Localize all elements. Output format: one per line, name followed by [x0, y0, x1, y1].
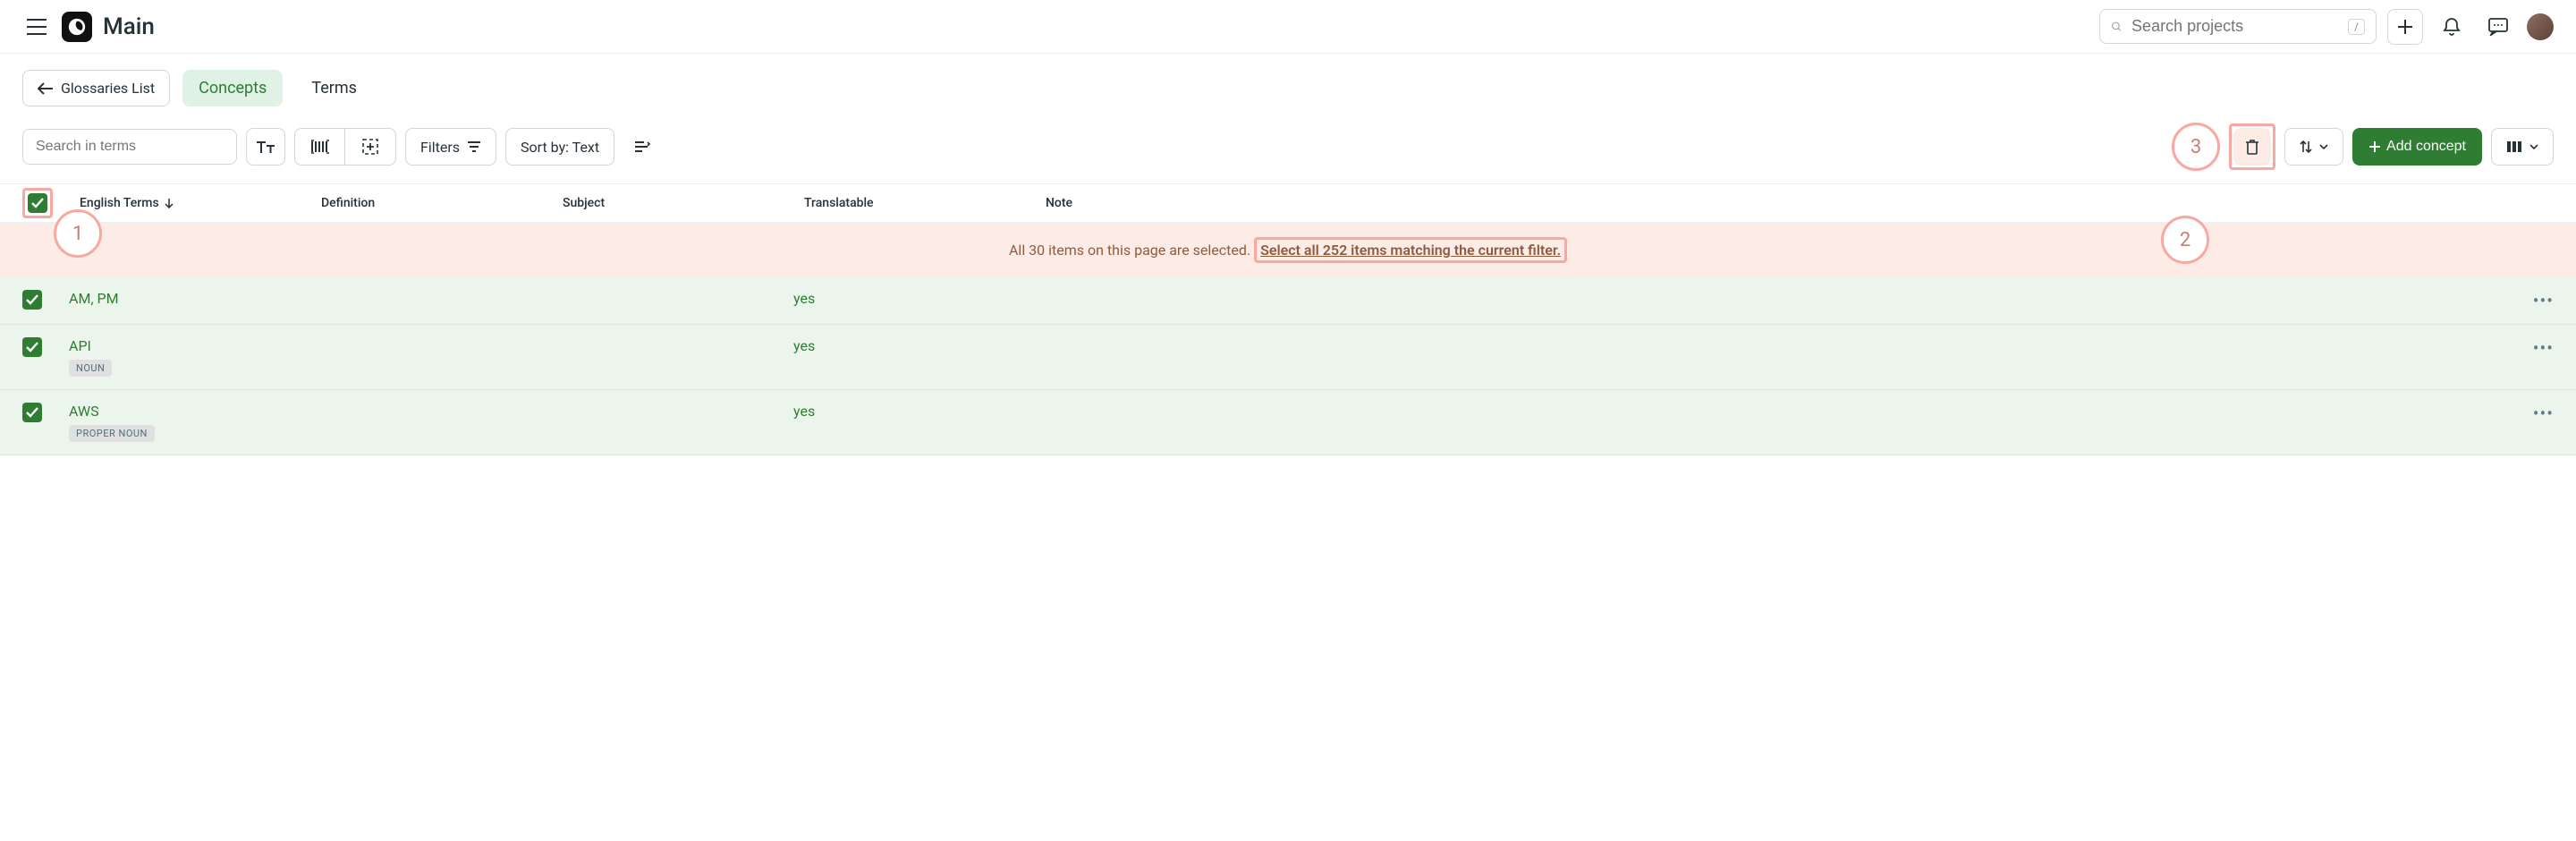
barcode-icon — [310, 140, 330, 154]
view-toggle-group — [294, 128, 396, 166]
delete-highlight — [2229, 123, 2275, 170]
trash-icon — [2245, 139, 2259, 155]
text-size-icon — [256, 140, 275, 154]
row-more-button[interactable]: ••• — [2533, 290, 2554, 311]
delete-button[interactable] — [2233, 128, 2271, 166]
chat-icon — [2488, 18, 2508, 36]
column-header-definition[interactable]: Definition — [321, 196, 563, 210]
barcode-view-button[interactable] — [295, 129, 345, 165]
nav-row: Glossaries List Concepts Terms — [0, 54, 2576, 106]
plus-icon — [2368, 140, 2381, 153]
messages-button[interactable] — [2480, 9, 2516, 45]
sort-label: Sort by: Text — [521, 139, 599, 156]
column-header-subject[interactable]: Subject — [563, 196, 804, 210]
filters-label: Filters — [420, 139, 460, 156]
arrow-down-icon — [165, 198, 174, 208]
columns-icon — [2506, 140, 2522, 153]
expand-view-button[interactable] — [345, 129, 395, 165]
frame-plus-icon — [361, 138, 379, 156]
column-header-translatable[interactable]: Translatable — [804, 196, 1046, 210]
table-row: AM, PM yes ••• — [0, 277, 2576, 325]
chevron-down-icon — [2319, 144, 2328, 149]
select-all-checkbox[interactable] — [28, 193, 47, 213]
sort-direction-button[interactable] — [623, 128, 661, 166]
select-all-link-highlight: Select all 252 items matching the curren… — [1254, 237, 1567, 263]
table-body: AM, PM yes ••• API NOUN yes ••• AWS PROP… — [0, 277, 2576, 455]
glossaries-list-back-button[interactable]: Glossaries List — [22, 70, 170, 106]
search-projects-box[interactable]: / — [2099, 9, 2377, 44]
translatable-cell: yes — [793, 290, 1035, 307]
reorder-button[interactable] — [2284, 128, 2343, 166]
banner-text: All 30 items on this page are selected. — [1009, 242, 1254, 259]
search-shortcut-hint: / — [2348, 19, 2365, 35]
selection-banner: All 30 items on this page are selected. … — [0, 223, 2576, 277]
table-row: API NOUN yes ••• — [0, 325, 2576, 390]
callout-2: 2 — [2161, 216, 2209, 264]
swap-vertical-icon — [2300, 140, 2312, 154]
table-row: AWS PROPER NOUN yes ••• — [0, 390, 2576, 455]
row-checkbox[interactable] — [22, 337, 42, 357]
check-icon — [31, 198, 44, 208]
add-concept-button[interactable]: Add concept — [2352, 128, 2482, 166]
row-checkbox[interactable] — [22, 403, 42, 422]
toolbar: Filters Sort by: Text 3 Add concept — [0, 106, 2576, 183]
part-of-speech-badge: PROPER NOUN — [69, 425, 155, 442]
column-header-term[interactable]: English Terms — [80, 196, 321, 210]
bell-icon — [2443, 17, 2461, 37]
arrow-left-icon — [38, 82, 54, 95]
plus-icon — [2397, 19, 2413, 35]
filter-icon — [467, 141, 481, 152]
translatable-cell: yes — [793, 337, 1035, 354]
back-label: Glossaries List — [61, 80, 155, 97]
check-icon — [26, 407, 38, 418]
page-title: Main — [103, 13, 155, 40]
check-icon — [26, 342, 38, 353]
part-of-speech-badge: NOUN — [69, 360, 112, 377]
row-more-button[interactable]: ••• — [2533, 403, 2554, 424]
callout-3: 3 — [2172, 123, 2220, 171]
term-text[interactable]: AWS — [69, 403, 310, 420]
row-checkbox[interactable] — [22, 290, 42, 310]
user-avatar[interactable] — [2527, 13, 2554, 40]
search-icon — [2111, 18, 2123, 36]
hamburger-menu-icon[interactable] — [22, 14, 51, 39]
column-header-note[interactable]: Note — [1046, 196, 2554, 210]
sort-lines-icon — [634, 140, 650, 153]
term-text[interactable]: AM, PM — [69, 290, 310, 307]
chevron-down-icon — [2529, 144, 2538, 149]
search-projects-input[interactable] — [2131, 17, 2339, 36]
check-icon — [26, 294, 38, 305]
text-size-button[interactable] — [246, 128, 285, 166]
add-concept-label: Add concept — [2386, 139, 2466, 155]
search-terms-input[interactable] — [22, 129, 237, 165]
translatable-cell: yes — [793, 403, 1035, 420]
tab-concepts[interactable]: Concepts — [182, 70, 283, 106]
row-more-button[interactable]: ••• — [2533, 337, 2554, 359]
sort-button[interactable]: Sort by: Text — [505, 128, 614, 166]
term-text[interactable]: API — [69, 337, 310, 354]
tab-terms[interactable]: Terms — [295, 70, 373, 106]
filters-button[interactable]: Filters — [405, 128, 496, 166]
app-logo — [62, 12, 92, 42]
add-button[interactable] — [2387, 9, 2423, 45]
top-bar: Main / — [0, 0, 2576, 54]
select-all-filter-link[interactable]: Select all 252 items matching the curren… — [1260, 242, 1561, 259]
callout-1: 1 — [54, 209, 102, 258]
notifications-button[interactable] — [2434, 9, 2470, 45]
columns-button[interactable] — [2491, 128, 2554, 166]
select-all-highlight — [22, 188, 53, 218]
